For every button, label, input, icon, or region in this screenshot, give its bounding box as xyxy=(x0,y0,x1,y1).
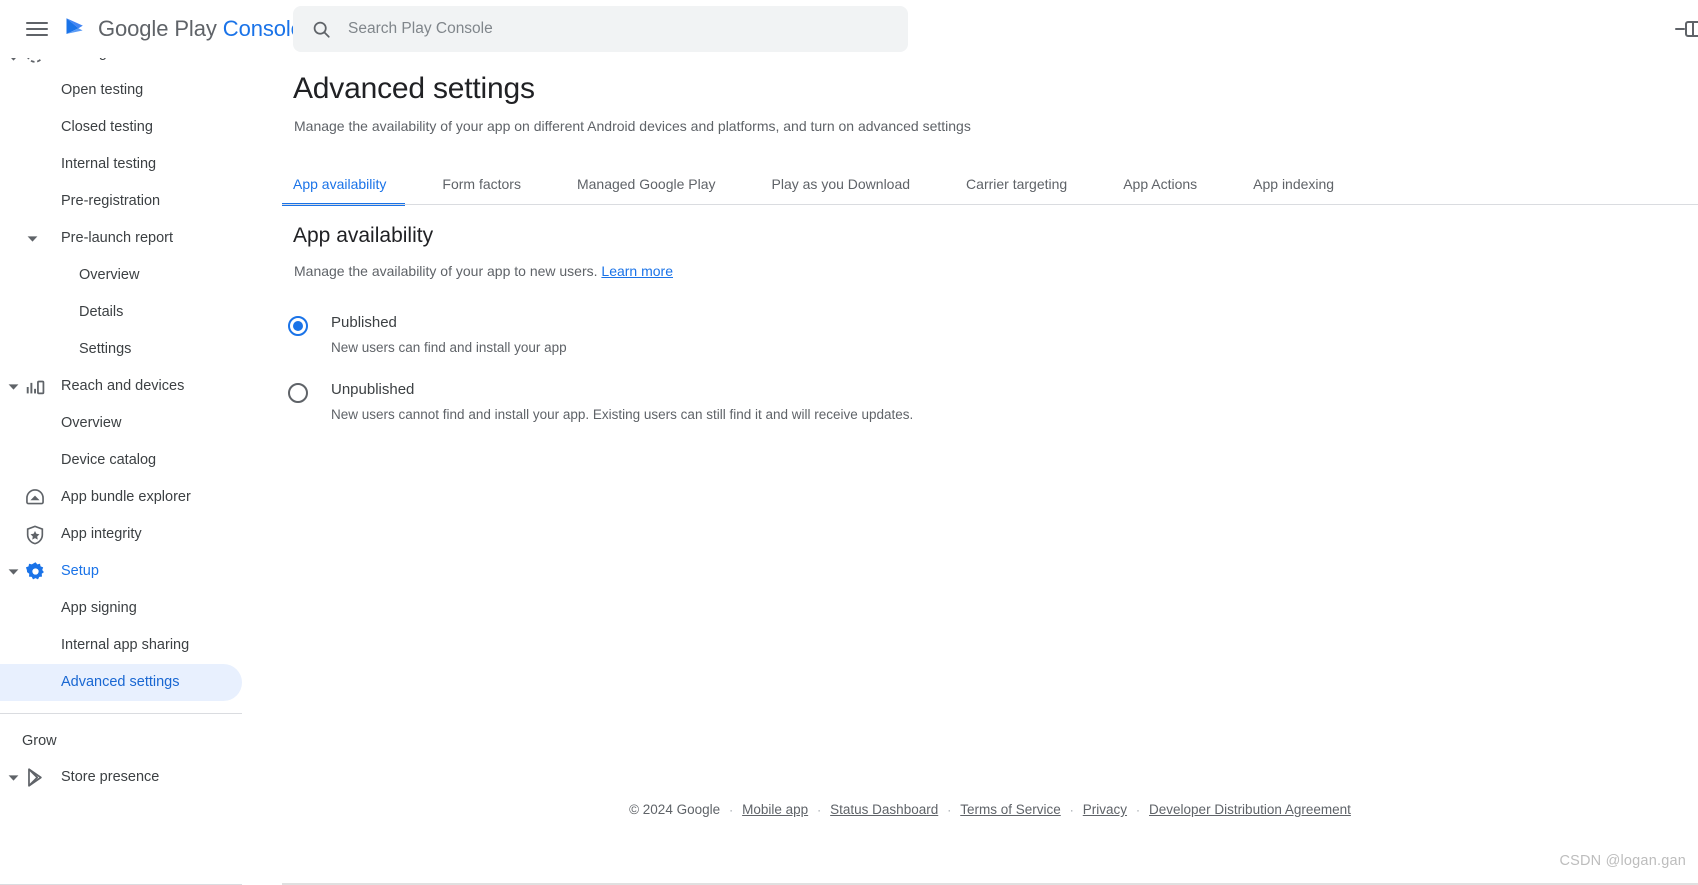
sidebar-item-overview[interactable]: Overview xyxy=(0,405,282,442)
radio-option-label: Published xyxy=(331,314,397,331)
section-title: App availability xyxy=(293,224,434,247)
sidebar-item-device-catalog[interactable]: Device catalog xyxy=(0,442,282,479)
hamburger-menu-icon[interactable] xyxy=(24,16,50,42)
radio-option-published[interactable]: Published New users can find and install … xyxy=(288,314,1188,357)
radio-option-text: Published New users can find and install … xyxy=(331,314,567,357)
radio-option-unpublished[interactable]: Unpublished New users cannot find and ins… xyxy=(288,381,1188,424)
sidebar-item-label: Internal testing xyxy=(61,156,157,173)
bar-chart-icon xyxy=(22,374,48,400)
section-subtitle: Manage the availability of your app to n… xyxy=(294,263,673,279)
sidebar-item-internal-testing[interactable]: Internal testing xyxy=(0,146,282,183)
sidebar-item-details[interactable]: Details xyxy=(0,294,282,331)
store-presence-icon xyxy=(22,765,48,791)
search-input[interactable] xyxy=(348,17,878,41)
learn-more-link[interactable]: Learn more xyxy=(601,263,673,279)
sidebar-item-app-integrity[interactable]: App integrity xyxy=(0,516,282,553)
chevron-down-icon[interactable] xyxy=(3,377,23,397)
brand-text-google-play: Google Play xyxy=(98,16,217,41)
sidebar-item-internal-app-sharing[interactable]: Internal app sharing xyxy=(0,627,282,664)
sidebar-item-label: Overview xyxy=(61,415,122,432)
footer-separator: · xyxy=(1136,802,1141,817)
google-play-logo-icon xyxy=(60,14,90,44)
footer-separator: · xyxy=(817,802,822,817)
radio-option-label: Unpublished xyxy=(331,380,415,398)
main-content: Advanced settings Manage the availabilit… xyxy=(282,58,1698,885)
gear-icon xyxy=(22,559,48,585)
collapse-panel-icon[interactable] xyxy=(1674,18,1698,40)
footer-copyright: © 2024 Google xyxy=(629,802,721,817)
sidebar-item-open-testing[interactable]: Open testing xyxy=(0,72,282,109)
sidebar-item-label: Advanced settings xyxy=(61,674,180,691)
sidebar-item-label: App signing xyxy=(61,600,137,617)
footer-separator: · xyxy=(947,802,952,817)
sidebar-section-grow: Grow xyxy=(22,732,57,749)
brand-logo[interactable]: Google Play Console xyxy=(60,12,303,46)
sidebar-item-label: Closed testing xyxy=(61,119,153,136)
page-subtitle: Manage the availability of your app on d… xyxy=(294,118,971,134)
chevron-down-icon[interactable] xyxy=(22,229,42,249)
footer-link-mobile-app[interactable]: Mobile app xyxy=(742,802,808,817)
sidebar-item-advanced-settings[interactable]: Advanced settings xyxy=(0,664,242,701)
brand-text-console: Console xyxy=(222,16,303,41)
page-footer: © 2024 Google · Mobile app · Status Dashboar… xyxy=(282,802,1698,817)
app-availability-radio-group[interactable]: Published New users can find and install … xyxy=(288,314,1188,447)
tab-form-factors[interactable]: Form factors xyxy=(442,162,521,206)
search-bar[interactable] xyxy=(293,6,908,52)
footer-link-terms-of-service[interactable]: Terms of Service xyxy=(960,802,1061,817)
chevron-down-icon[interactable] xyxy=(3,768,23,788)
sidebar-item-app-signing[interactable]: App signing xyxy=(0,590,282,627)
footer-link-status-dashboard[interactable]: Status Dashboard xyxy=(830,802,938,817)
footer-link-developer-distribution-agreement[interactable]: Developer Distribution Agreement xyxy=(1149,802,1351,817)
tab-list: App availability Form factors Managed Goog… xyxy=(282,162,1698,206)
tab-carrier-targeting[interactable]: Carrier targeting xyxy=(966,162,1067,206)
sidebar-item-app-bundle-explorer[interactable]: App bundle explorer xyxy=(0,479,282,516)
sidebar-item-settings[interactable]: Settings xyxy=(0,331,282,368)
footer-link-privacy[interactable]: Privacy xyxy=(1083,802,1127,817)
chevron-down-icon[interactable] xyxy=(3,562,23,582)
sidebar-item-pre-launch-report[interactable]: Pre-launch report xyxy=(0,220,282,257)
page-title: Advanced settings xyxy=(293,72,535,105)
radio-button-published[interactable] xyxy=(288,316,308,336)
tab-play-as-you-download[interactable]: Play as you Download xyxy=(772,162,911,206)
sidebar-item-pre-registration[interactable]: Pre-registration xyxy=(0,183,282,220)
tab-bar-divider xyxy=(282,204,1698,205)
section-subtitle-text: Manage the availability of your app to n… xyxy=(294,263,598,279)
tab-managed-google-play[interactable]: Managed Google Play xyxy=(577,162,716,206)
sidebar-item-label: Pre-registration xyxy=(61,193,161,210)
sidebar-divider xyxy=(0,713,242,714)
sidebar-item-label: Details xyxy=(79,304,124,321)
tab-bar: App availability Form factors Managed Goog… xyxy=(282,162,1698,206)
sidebar-item-label: Open testing xyxy=(61,82,144,99)
tab-app-indexing[interactable]: App indexing xyxy=(1253,162,1334,206)
radio-option-description: New users cannot find and install your a… xyxy=(331,406,914,422)
sidebar-navigation[interactable]: TestingOpen testingClosed testingInterna… xyxy=(0,44,282,885)
sidebar-grow-list: Store presence xyxy=(0,759,282,796)
watermark-text: CSDN @logan.gan xyxy=(1559,853,1686,869)
app-bundle-icon xyxy=(22,485,48,511)
sidebar-item-closed-testing[interactable]: Closed testing xyxy=(0,109,282,146)
sidebar-item-label: Device catalog xyxy=(61,452,157,469)
shield-star-icon xyxy=(22,522,48,548)
sidebar-item-store-presence[interactable]: Store presence xyxy=(0,759,282,796)
play-console-app: Google Play Console TestingOpen testingC… xyxy=(0,0,1698,885)
sidebar-item-label: Settings xyxy=(79,341,132,358)
radio-button-unpublished[interactable] xyxy=(288,382,308,403)
radio-option-description: New users can find and install your app xyxy=(331,340,567,355)
search-icon xyxy=(311,19,332,40)
sidebar-item-list: TestingOpen testingClosed testingInterna… xyxy=(0,44,282,701)
footer-separator: · xyxy=(729,802,734,817)
sidebar-item-overview[interactable]: Overview xyxy=(0,257,282,294)
tab-app-actions[interactable]: App Actions xyxy=(1123,162,1197,206)
radio-option-text: Unpublished New users cannot find and ins… xyxy=(331,381,913,424)
sidebar-item-reach-and-devices[interactable]: Reach and devices xyxy=(0,368,282,405)
sidebar-item-setup[interactable]: Setup xyxy=(0,553,282,590)
top-app-bar: Google Play Console xyxy=(0,0,1698,58)
sidebar-item-label: Overview xyxy=(79,267,140,284)
tab-app-availability[interactable]: App availability xyxy=(282,162,406,206)
sidebar-item-label: Internal app sharing xyxy=(61,637,190,654)
footer-separator: · xyxy=(1069,802,1074,817)
